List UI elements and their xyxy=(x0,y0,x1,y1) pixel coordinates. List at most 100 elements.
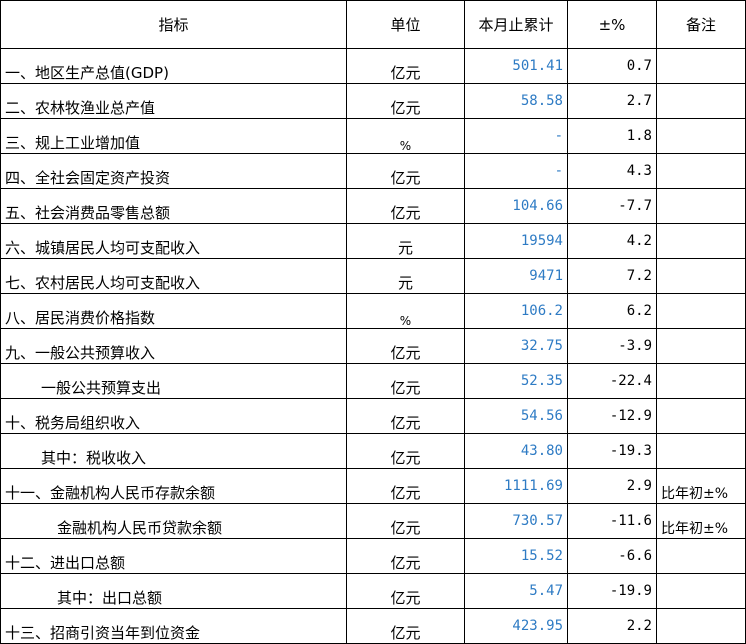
change-percent: 0.7 xyxy=(567,48,657,84)
remark-cell xyxy=(656,118,746,154)
indicator-name: 四、全社会固定资产投资 xyxy=(0,153,347,189)
header-unit: 单位 xyxy=(346,0,465,49)
change-percent: -3.9 xyxy=(567,328,657,364)
remark-cell xyxy=(656,83,746,119)
remark-cell: 比年初±% xyxy=(656,468,746,504)
cumulative-value: 1111.69 xyxy=(464,468,568,504)
indicator-name: 其中：出口总额 xyxy=(0,573,347,609)
remark-cell xyxy=(656,293,746,329)
change-percent: 4.3 xyxy=(567,153,657,189)
change-percent: 1.8 xyxy=(567,118,657,154)
unit-cell: 亿元 xyxy=(346,83,465,119)
indicator-name: 五、社会消费品零售总额 xyxy=(0,188,347,224)
cumulative-value: 58.58 xyxy=(464,83,568,119)
unit-cell: 亿元 xyxy=(346,328,465,364)
indicator-name: 其中：税收收入 xyxy=(0,433,347,469)
table-row: 十、税务局组织收入 亿元 54.56 -12.9 xyxy=(0,398,746,434)
cumulative-value: 501.41 xyxy=(464,48,568,84)
remark-cell xyxy=(656,573,746,609)
remark-cell xyxy=(656,48,746,84)
indicator-name: 一般公共预算支出 xyxy=(0,363,347,399)
cumulative-value: 730.57 xyxy=(464,503,568,539)
remark-cell xyxy=(656,328,746,364)
indicator-name: 九、一般公共预算收入 xyxy=(0,328,347,364)
remark-cell xyxy=(656,538,746,574)
cumulative-value: 5.47 xyxy=(464,573,568,609)
cumulative-value: 32.75 xyxy=(464,328,568,364)
table-row: 十三、招商引资当年到位资金 亿元 423.95 2.2 xyxy=(0,608,746,644)
remark-cell xyxy=(656,433,746,469)
cumulative-value: 423.95 xyxy=(464,608,568,644)
change-percent: 7.2 xyxy=(567,258,657,294)
change-percent: -6.6 xyxy=(567,538,657,574)
header-remarks: 备注 xyxy=(656,0,746,49)
cumulative-value: 104.66 xyxy=(464,188,568,224)
remark-cell xyxy=(656,153,746,189)
change-percent: 4.2 xyxy=(567,223,657,259)
table-row: 四、全社会固定资产投资 亿元 - 4.3 xyxy=(0,153,746,189)
indicator-name: 十三、招商引资当年到位资金 xyxy=(0,608,347,644)
indicator-name: 十、税务局组织收入 xyxy=(0,398,347,434)
unit-cell: 亿元 xyxy=(346,398,465,434)
table-row: 七、农村居民人均可支配收入 元 9471 7.2 xyxy=(0,258,746,294)
table-row: 其中：税收收入 亿元 43.80 -19.3 xyxy=(0,433,746,469)
unit-cell: 亿元 xyxy=(346,188,465,224)
change-percent: -19.9 xyxy=(567,573,657,609)
unit-cell: 元 xyxy=(346,258,465,294)
change-percent: -7.7 xyxy=(567,188,657,224)
table-row: 其中：出口总额 亿元 5.47 -19.9 xyxy=(0,573,746,609)
cumulative-value: 106.2 xyxy=(464,293,568,329)
indicator-name: 六、城镇居民人均可支配收入 xyxy=(0,223,347,259)
unit-cell: 元 xyxy=(346,223,465,259)
indicator-name: 七、农村居民人均可支配收入 xyxy=(0,258,347,294)
table-row: 十一、金融机构人民币存款余额 亿元 1111.69 2.9 比年初±% xyxy=(0,468,746,504)
cumulative-value: - xyxy=(464,118,568,154)
change-percent: 2.7 xyxy=(567,83,657,119)
table-row: 一般公共预算支出 亿元 52.35 -22.4 xyxy=(0,363,746,399)
table-row: 九、一般公共预算收入 亿元 32.75 -3.9 xyxy=(0,328,746,364)
cumulative-value: 9471 xyxy=(464,258,568,294)
change-percent: -12.9 xyxy=(567,398,657,434)
table-row: 金融机构人民币贷款余额 亿元 730.57 -11.6 比年初±% xyxy=(0,503,746,539)
remark-cell: 比年初±% xyxy=(656,503,746,539)
header-cumulative: 本月止累计 xyxy=(464,0,568,49)
remark-cell xyxy=(656,188,746,224)
remark-cell xyxy=(656,223,746,259)
table-row: 六、城镇居民人均可支配收入 元 19594 4.2 xyxy=(0,223,746,259)
header-change-percent: ±% xyxy=(567,0,657,49)
unit-cell: 亿元 xyxy=(346,538,465,574)
remark-cell xyxy=(656,608,746,644)
header-row: 指标 单位 本月止累计 ±% 备注 xyxy=(0,0,746,49)
remark-cell xyxy=(656,363,746,399)
unit-cell: 亿元 xyxy=(346,608,465,644)
change-percent: 6.2 xyxy=(567,293,657,329)
change-percent: 2.9 xyxy=(567,468,657,504)
table-row: 三、规上工业增加值 % - 1.8 xyxy=(0,118,746,154)
indicator-name: 十一、金融机构人民币存款余额 xyxy=(0,468,347,504)
change-percent: -19.3 xyxy=(567,433,657,469)
cumulative-value: 19594 xyxy=(464,223,568,259)
economic-indicators-table: 指标 单位 本月止累计 ±% 备注 一、地区生产总值(GDP) 亿元 501.4… xyxy=(0,0,746,644)
unit-cell: % xyxy=(346,293,465,329)
table-row: 一、地区生产总值(GDP) 亿元 501.41 0.7 xyxy=(0,48,746,84)
change-percent: -11.6 xyxy=(567,503,657,539)
table-row: 八、居民消费价格指数 % 106.2 6.2 xyxy=(0,293,746,329)
indicator-name: 一、地区生产总值(GDP) xyxy=(0,48,347,84)
table-row: 五、社会消费品零售总额 亿元 104.66 -7.7 xyxy=(0,188,746,224)
indicator-name: 三、规上工业增加值 xyxy=(0,118,347,154)
indicator-name: 八、居民消费价格指数 xyxy=(0,293,347,329)
header-indicator: 指标 xyxy=(0,0,347,49)
indicator-name: 二、农林牧渔业总产值 xyxy=(0,83,347,119)
change-percent: 2.2 xyxy=(567,608,657,644)
remark-cell xyxy=(656,398,746,434)
cumulative-value: 54.56 xyxy=(464,398,568,434)
remark-cell xyxy=(656,258,746,294)
cumulative-value: 52.35 xyxy=(464,363,568,399)
unit-cell: % xyxy=(346,118,465,154)
unit-cell: 亿元 xyxy=(346,573,465,609)
indicator-name: 金融机构人民币贷款余额 xyxy=(0,503,347,539)
unit-cell: 亿元 xyxy=(346,433,465,469)
cumulative-value: 15.52 xyxy=(464,538,568,574)
cumulative-value: - xyxy=(464,153,568,189)
cumulative-value: 43.80 xyxy=(464,433,568,469)
